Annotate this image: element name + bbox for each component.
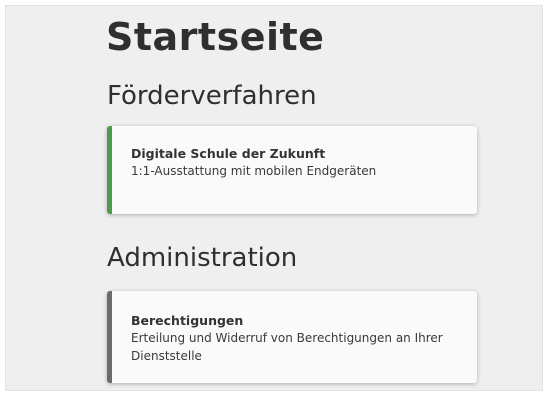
card-description: 1:1-Ausstattung mit mobilen Endgeräten	[131, 164, 377, 178]
card-description: Erteilung und Widerruf von Berechtigunge…	[131, 331, 443, 363]
section-title-foerderverfahren: Förderverfahren	[107, 81, 317, 111]
main-content: Startseite Förderverfahren Digitale Schu…	[5, 5, 543, 391]
card-accent-bar	[107, 126, 112, 214]
card-accent-bar	[107, 291, 112, 383]
card-digitale-schule-der-zukunft[interactable]: Digitale Schule der Zukunft 1:1-Ausstatt…	[107, 126, 477, 214]
card-berechtigungen[interactable]: Berechtigungen Erteilung und Widerruf vo…	[107, 291, 477, 383]
page-title: Startseite	[106, 15, 325, 59]
section-title-administration: Administration	[107, 243, 298, 273]
card-title: Berechtigungen	[131, 313, 244, 328]
card-title: Digitale Schule der Zukunft	[131, 146, 326, 161]
